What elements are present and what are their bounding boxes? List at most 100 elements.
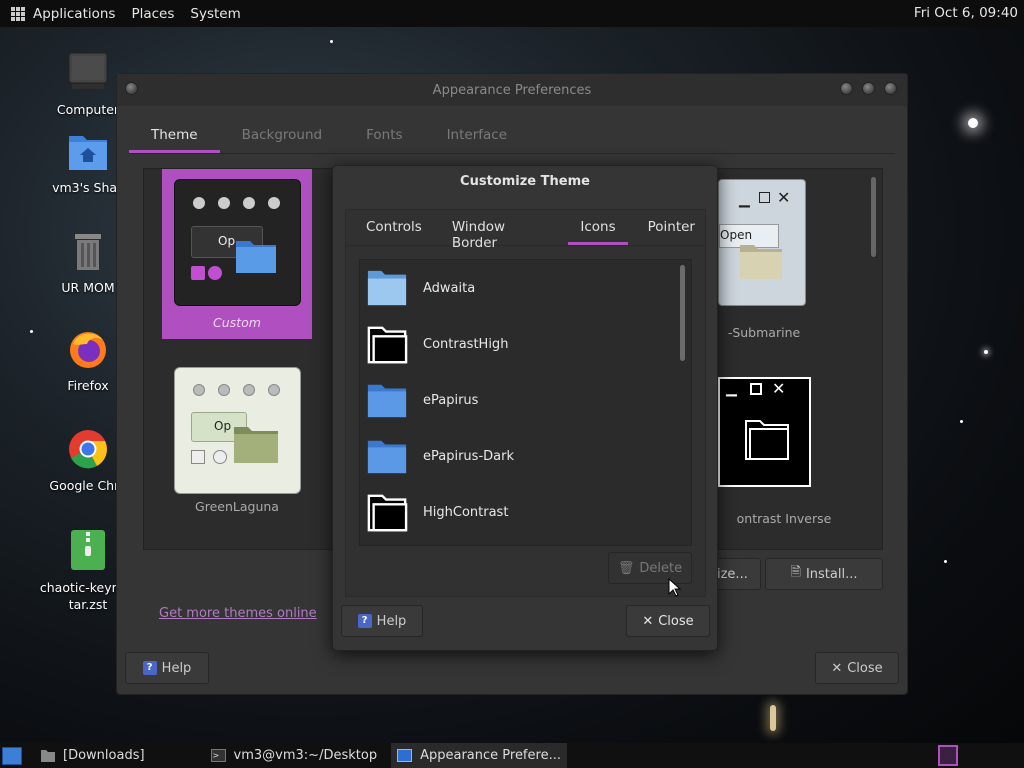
icon-list-scrollbar[interactable] [680,265,685,361]
icon-theme-list: Adwaita ContrastHigh ePapirus ePapirus-D… [359,259,692,546]
workspace-switcher[interactable] [938,745,958,766]
theme-preview: ▁ ✕ [718,377,811,487]
list-item[interactable]: ContrastHigh [360,316,691,372]
get-more-themes-link[interactable]: Get more themes online [159,606,317,621]
install-button[interactable]: 🗎 Install... [765,558,883,590]
maximize-button[interactable] [862,82,875,95]
tab-theme[interactable]: Theme [129,118,220,153]
tab-background[interactable]: Background [220,118,345,153]
folder-icon [234,427,278,463]
trash-icon [75,234,101,270]
theme-item-custom[interactable]: Op Custom [162,169,312,339]
close-button[interactable]: ✕ Close [815,652,899,684]
tab-window-border[interactable]: Window Border [432,210,557,251]
menu-places[interactable]: Places [131,6,174,22]
top-panel: Applications Places System Fri Oct 6, 09… [0,0,1024,27]
preview-checkbox [191,450,205,464]
taskbar-item-downloads[interactable]: [Downloads] [40,748,145,763]
folder-icon [367,384,407,418]
minimize-icon: ▁ [739,192,750,208]
help-button[interactable]: ? Help [125,652,209,684]
main-tabs: Theme Background Fonts Interface [129,118,895,154]
close-label: Close [847,660,883,676]
apps-grid-icon[interactable] [11,6,25,21]
theme-item-contrast-inverse[interactable]: ▁ ✕ ontrast Inverse [704,377,844,527]
install-label: Install... [805,566,858,582]
theme-item-submarine[interactable]: ▁ ✕ Open -Submarine [704,179,806,340]
tab-icons[interactable]: Icons [568,210,628,245]
customize-theme-dialog: Customize Theme Controls Window Border I… [332,165,718,651]
computer-icon [68,52,108,89]
theme-label: Custom [213,315,261,330]
preview-dot [218,197,230,209]
maximize-icon [750,383,762,395]
theme-item-greenlaguna[interactable]: Op GreenLaguna [162,363,312,533]
customize-label: ize... [717,566,748,582]
close-icon: ✕ [772,379,786,398]
help-label: Help [161,660,192,676]
minimize-button[interactable] [840,82,853,95]
maximize-icon [759,192,770,203]
preview-dot [268,197,280,209]
star [30,330,33,333]
list-item-label: ContrastHigh [423,336,509,352]
menu-applications[interactable]: Applications [33,6,115,22]
list-item-label: ePapirus [423,392,479,408]
close-x-icon: ✕ [642,613,654,629]
folder-icon [367,494,408,532]
show-desktop-icon[interactable] [2,746,22,765]
taskbar-item-label: Appearance Prefere... [420,748,561,763]
list-item[interactable]: ePapirus-Dark [360,428,691,484]
star [968,118,978,128]
folder-icon [41,749,55,762]
customize-button[interactable]: ize... [715,558,761,590]
theme-preview: Op [174,179,301,306]
appearance-icon [397,749,413,762]
theme-preview: ▁ ✕ Open [718,179,806,306]
star [984,350,988,354]
window-titlebar[interactable]: Appearance Preferences [117,74,907,106]
help-icon: ? [142,661,157,675]
star [770,705,776,731]
theme-grid-scrollbar[interactable] [871,177,876,257]
taskbar-item-terminal[interactable]: > vm3@vm3:~/Desktop [210,748,377,763]
preview-checkbox [191,266,205,280]
delete-label: Delete [639,560,683,576]
close-icon: ✕ [777,188,791,207]
preview-dot [243,197,255,209]
folder-icon [367,326,408,364]
menu-system[interactable]: System [190,6,240,22]
dialog-help-button[interactable]: ? Help [341,605,423,637]
preview-dot [193,197,205,209]
trash-icon: 🗑 [617,560,635,576]
dialog-close-button[interactable]: ✕ Close [626,605,710,637]
list-item[interactable]: Adwaita [360,260,691,316]
taskbar-item-label: [Downloads] [63,748,145,763]
star [944,560,947,563]
terminal-icon: > [210,749,226,762]
close-window-button[interactable] [884,82,897,95]
theme-label: ontrast Inverse [736,511,832,526]
tab-interface[interactable]: Interface [425,118,529,153]
theme-label: -Submarine [727,325,801,340]
clock[interactable]: Fri Oct 6, 09:40 [914,5,1018,21]
mouse-cursor-icon [668,578,682,597]
list-item[interactable]: HighContrast [360,484,691,540]
taskbar-item-appearance[interactable]: Appearance Prefere... [391,743,567,768]
window-menu-button[interactable] [125,82,138,95]
list-item[interactable]: ePapirus [360,372,691,428]
theme-label: GreenLaguna [195,499,279,514]
preview-radio [208,266,222,280]
tab-fonts[interactable]: Fonts [344,118,424,153]
list-item-label: Adwaita [423,280,476,296]
tab-pointer[interactable]: Pointer [628,210,705,245]
preview-radio [213,450,227,464]
help-icon: ? [357,614,372,628]
folder-icon [745,420,789,460]
tab-controls[interactable]: Controls [346,210,432,245]
help-label: Help [376,613,407,629]
close-label: Close [658,613,694,629]
folder-icon [367,440,407,474]
window-title: Appearance Preferences [432,82,592,98]
home-folder-icon [69,136,107,170]
